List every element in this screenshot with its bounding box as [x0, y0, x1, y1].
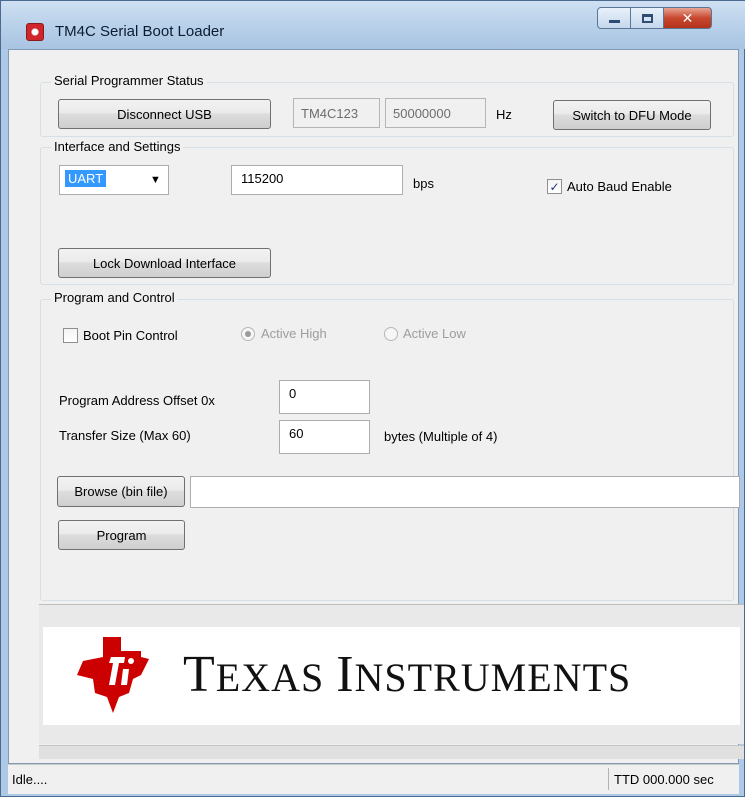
- switch-dfu-button[interactable]: Switch to DFU Mode: [553, 100, 711, 130]
- transfer-size-unit: bytes (Multiple of 4): [384, 429, 498, 444]
- active-low-radio[interactable]: [384, 327, 398, 341]
- baud-unit: bps: [413, 176, 434, 191]
- ti-brand-text: TEXAS INSTRUMENTS: [183, 646, 632, 703]
- address-offset-input[interactable]: 0: [279, 380, 370, 414]
- device-field: TM4C123: [293, 98, 380, 128]
- program-control-group: [40, 299, 734, 601]
- close-icon: ✕: [681, 9, 694, 26]
- main-window: TM4C Serial Boot Loader ✕ Serial Program…: [0, 0, 745, 797]
- interface-selected-value: UART: [65, 170, 107, 187]
- programmer-status-label: Serial Programmer Status: [51, 73, 207, 88]
- auto-baud-checkbox[interactable]: ✓: [547, 179, 562, 194]
- frequency-unit: Hz: [496, 107, 512, 122]
- frequency-field: 50000000: [385, 98, 486, 128]
- disconnect-usb-button[interactable]: Disconnect USB: [58, 99, 271, 129]
- auto-baud-label: Auto Baud Enable: [567, 179, 672, 194]
- active-high-radio[interactable]: [241, 327, 255, 341]
- transfer-size-label: Transfer Size (Max 60): [59, 428, 191, 443]
- logo-background: TEXAS INSTRUMENTS: [43, 627, 740, 725]
- maximize-button[interactable]: [631, 7, 664, 29]
- browse-bin-file-button[interactable]: Browse (bin file): [57, 476, 185, 507]
- app-icon[interactable]: [26, 23, 44, 41]
- ttd-timer: TTD 000.000 sec: [614, 772, 714, 787]
- status-text: Idle....: [12, 772, 48, 787]
- program-control-label: Program and Control: [51, 290, 178, 305]
- window-title: TM4C Serial Boot Loader: [55, 23, 225, 40]
- status-separator: [608, 768, 609, 790]
- baud-rate-input[interactable]: 115200: [231, 165, 403, 195]
- dropdown-arrow-icon[interactable]: ▼: [150, 174, 161, 186]
- horizontal-scrollbar[interactable]: [39, 745, 744, 759]
- title-bar[interactable]: TM4C Serial Boot Loader ✕: [1, 1, 745, 49]
- minimize-icon: [608, 20, 620, 23]
- ti-logo-icon: [77, 637, 149, 713]
- lock-download-interface-button[interactable]: Lock Download Interface: [58, 248, 271, 278]
- transfer-size-input[interactable]: 60: [279, 420, 370, 454]
- boot-pin-control-checkbox[interactable]: [63, 328, 78, 343]
- maximize-icon: [641, 13, 653, 23]
- minimize-button[interactable]: [597, 7, 631, 29]
- address-offset-label: Program Address Offset 0x: [59, 393, 215, 408]
- checkmark-icon: ✓: [549, 179, 560, 194]
- window-controls: ✕: [597, 7, 712, 29]
- interface-select[interactable]: UART ▼: [59, 165, 169, 195]
- program-button[interactable]: Program: [58, 520, 185, 550]
- active-high-label: Active High: [261, 326, 327, 341]
- logo-panel: TEXAS INSTRUMENTS: [39, 604, 744, 744]
- file-path-input[interactable]: [190, 476, 740, 508]
- status-bar: Idle.... TTD 000.000 sec: [8, 764, 739, 794]
- boot-pin-control-label: Boot Pin Control: [83, 328, 178, 343]
- active-low-label: Active Low: [403, 326, 466, 341]
- close-button[interactable]: ✕: [664, 7, 712, 29]
- interface-settings-label: Interface and Settings: [51, 139, 184, 154]
